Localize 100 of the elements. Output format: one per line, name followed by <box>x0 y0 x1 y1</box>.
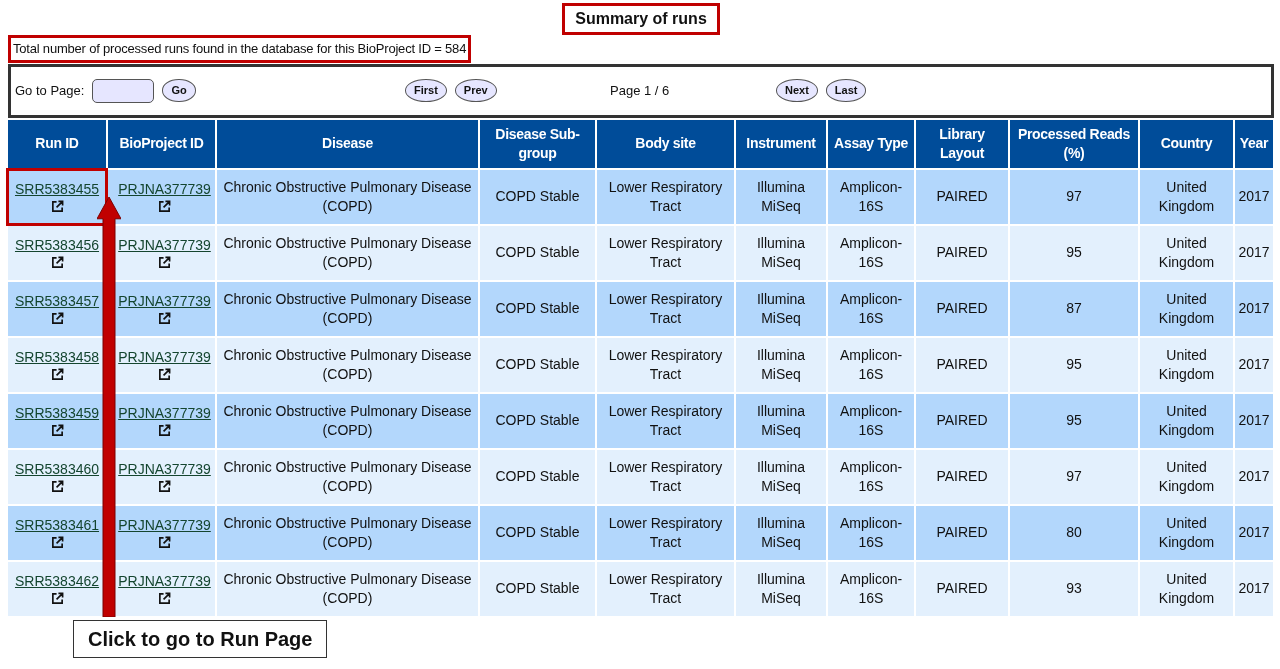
column-header: Library Layout <box>916 119 1008 168</box>
column-header: Run ID <box>8 119 106 168</box>
run-id-link[interactable]: SRR5383456 <box>14 237 100 254</box>
table-cell: Illumina MiSeq <box>736 505 826 560</box>
table-cell: Illumina MiSeq <box>736 449 826 504</box>
last-page-button[interactable]: Last <box>825 79 867 102</box>
table-cell: Chronic Obstructive Pulmonary Disease (COPD) <box>217 281 478 336</box>
table-cell: Amplicon-16S <box>828 393 914 448</box>
table-cell: COPD Stable <box>480 449 595 504</box>
table-cell: 95 <box>1010 337 1138 392</box>
table-cell: COPD Stable <box>480 561 595 616</box>
table-cell: PAIRED <box>916 561 1008 616</box>
table-cell: Chronic Obstructive Pulmonary Disease (COPD) <box>217 393 478 448</box>
table-cell: Chronic Obstructive Pulmonary Disease (COPD) <box>217 449 478 504</box>
table-cell: COPD Stable <box>480 505 595 560</box>
table-cell: United Kingdom <box>1140 337 1233 392</box>
table-cell: Chronic Obstructive Pulmonary Disease (COPD) <box>217 337 478 392</box>
table-cell: PAIRED <box>916 281 1008 336</box>
table-cell: Lower Respiratory Tract <box>597 393 734 448</box>
run-id-link[interactable]: SRR5383462 <box>14 573 100 590</box>
table-cell: Amplicon-16S <box>828 281 914 336</box>
table-cell: Amplicon-16S <box>828 449 914 504</box>
table-cell: United Kingdom <box>1140 281 1233 336</box>
table-cell: 97 <box>1010 169 1138 224</box>
table-cell: Lower Respiratory Tract <box>597 561 734 616</box>
column-header: Disease Sub-group <box>480 119 595 168</box>
run-id-link[interactable]: SRR5383461 <box>14 517 100 534</box>
previous-page-button[interactable]: Prev <box>454 79 497 102</box>
table-cell: 2017 <box>1235 169 1273 224</box>
run-id-link[interactable]: SRR5383457 <box>14 293 100 310</box>
table-cell: 93 <box>1010 561 1138 616</box>
table-cell: Chronic Obstructive Pulmonary Disease (COPD) <box>217 561 478 616</box>
table-cell: Chronic Obstructive Pulmonary Disease (COPD) <box>217 505 478 560</box>
table-cell: Illumina MiSeq <box>736 169 826 224</box>
table-cell: 2017 <box>1235 337 1273 392</box>
page-indicator: Page 1 / 6 <box>610 81 671 100</box>
table-cell: PAIRED <box>916 393 1008 448</box>
table-cell: 2017 <box>1235 505 1273 560</box>
table-cell: PAIRED <box>916 169 1008 224</box>
table-cell: Lower Respiratory Tract <box>597 281 734 336</box>
table-cell: 2017 <box>1235 393 1273 448</box>
column-header: BioProject ID <box>108 119 215 168</box>
table-cell: PAIRED <box>916 449 1008 504</box>
table-cell: 2017 <box>1235 225 1273 280</box>
table-cell: 2017 <box>1235 561 1273 616</box>
table-cell: COPD Stable <box>480 281 595 336</box>
run-id-link[interactable]: SRR5383455 <box>14 181 100 198</box>
table-cell: United Kingdom <box>1140 449 1233 504</box>
table-cell: 95 <box>1010 393 1138 448</box>
column-header: Disease <box>217 119 478 168</box>
goto-page-label: Go to Page: <box>15 81 85 100</box>
page-title: Summary of runs <box>562 3 720 35</box>
run-id-link[interactable]: SRR5383458 <box>14 349 100 366</box>
table-cell: United Kingdom <box>1140 225 1233 280</box>
table-cell: Illumina MiSeq <box>736 225 826 280</box>
table-cell: United Kingdom <box>1140 561 1233 616</box>
run-id-link[interactable]: SRR5383459 <box>14 405 100 422</box>
table-cell: United Kingdom <box>1140 393 1233 448</box>
next-page-button[interactable]: Next <box>776 79 818 102</box>
table-cell: 97 <box>1010 449 1138 504</box>
column-header: Country <box>1140 119 1233 168</box>
table-cell: Lower Respiratory Tract <box>597 337 734 392</box>
table-cell: Amplicon-16S <box>828 225 914 280</box>
column-header: Instrument <box>736 119 826 168</box>
table-cell: Lower Respiratory Tract <box>597 505 734 560</box>
table-cell: Illumina MiSeq <box>736 337 826 392</box>
run-id-link[interactable]: SRR5383460 <box>14 461 100 478</box>
table-cell: Lower Respiratory Tract <box>597 169 734 224</box>
column-header: Year <box>1235 119 1273 168</box>
total-runs-text: Total number of processed runs found in the database for this BioProject ID = 584 <box>8 35 472 63</box>
column-header: Processed Reads (%) <box>1010 119 1138 168</box>
table-cell: COPD Stable <box>480 393 595 448</box>
go-button[interactable]: Go <box>162 79 196 102</box>
table-cell: Chronic Obstructive Pulmonary Disease (COPD) <box>217 225 478 280</box>
table-cell: 80 <box>1010 505 1138 560</box>
table-cell: 87 <box>1010 281 1138 336</box>
table-cell: Chronic Obstructive Pulmonary Disease (COPD) <box>217 169 478 224</box>
column-header: Body site <box>597 119 734 168</box>
table-cell: Amplicon-16S <box>828 561 914 616</box>
table-cell: Illumina MiSeq <box>736 281 826 336</box>
table-cell: COPD Stable <box>480 169 595 224</box>
table-cell: Illumina MiSeq <box>736 561 826 616</box>
table-cell: United Kingdom <box>1140 169 1233 224</box>
table-cell: COPD Stable <box>480 225 595 280</box>
table-cell: 95 <box>1010 225 1138 280</box>
table-cell: 2017 <box>1235 449 1273 504</box>
table-cell: PAIRED <box>916 505 1008 560</box>
column-header: Assay Type <box>828 119 914 168</box>
table-cell: 2017 <box>1235 281 1273 336</box>
table-cell: United Kingdom <box>1140 505 1233 560</box>
table-cell: Amplicon-16S <box>828 505 914 560</box>
table-cell: Lower Respiratory Tract <box>597 449 734 504</box>
table-cell: Amplicon-16S <box>828 169 914 224</box>
table-cell: Illumina MiSeq <box>736 393 826 448</box>
table-cell: COPD Stable <box>480 337 595 392</box>
first-page-button[interactable]: First <box>405 79 447 102</box>
table-cell: Amplicon-16S <box>828 337 914 392</box>
table-cell: PAIRED <box>916 337 1008 392</box>
table-cell: PAIRED <box>916 225 1008 280</box>
callout-label: Click to go to Run Page <box>73 619 328 658</box>
